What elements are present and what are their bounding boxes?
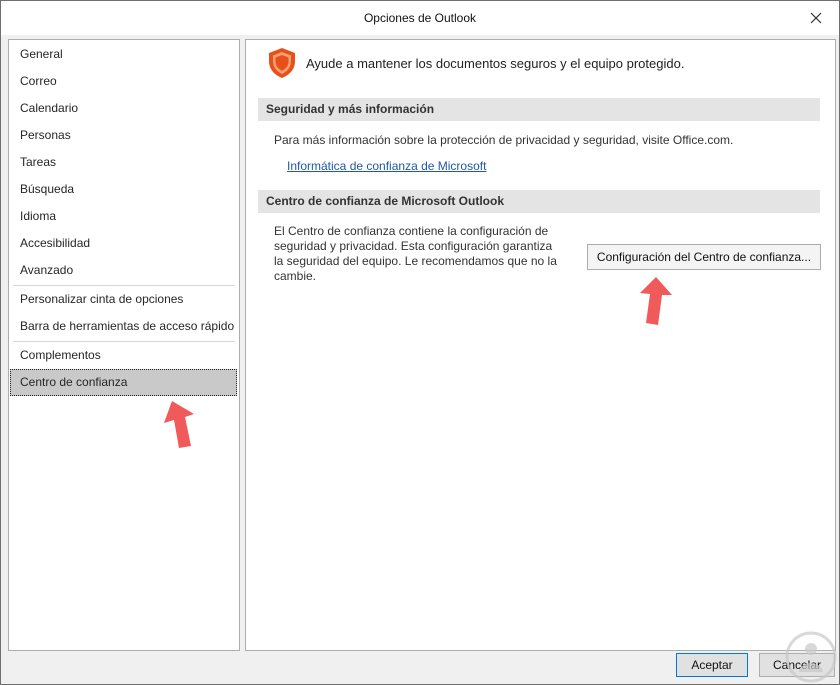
- content-panel: Ayude a mantener los documentos seguros …: [245, 39, 836, 651]
- close-icon: [810, 12, 822, 24]
- ok-button[interactable]: Aceptar: [676, 653, 748, 677]
- sidebar-item-correo[interactable]: Correo: [10, 68, 237, 95]
- sidebar-item-general[interactable]: General: [10, 41, 237, 68]
- trust-center-settings-button[interactable]: Configuración del Centro de confianza...: [587, 244, 821, 270]
- sidebar-item-idioma[interactable]: Idioma: [10, 203, 237, 230]
- window-title: Opciones de Outlook: [363, 11, 477, 25]
- outlook-options-dialog: Opciones de Outlook General Correo Calen…: [0, 0, 840, 685]
- sidebar-item-complementos[interactable]: Complementos: [10, 342, 237, 369]
- section-header-centro-confianza: Centro de confianza de Microsoft Outlook: [258, 190, 820, 213]
- privacy-info-text: Para más información sobre la protección…: [274, 133, 734, 147]
- trustworthy-computing-link[interactable]: Informática de confianza de Microsoft: [287, 159, 486, 173]
- section-header-seguridad: Seguridad y más información: [258, 98, 820, 121]
- sidebar-item-calendario[interactable]: Calendario: [10, 95, 237, 122]
- sidebar-item-barra-acceso-rapido[interactable]: Barra de herramientas de acceso rápido: [10, 313, 237, 340]
- sidebar-item-accesibilidad[interactable]: Accesibilidad: [10, 230, 237, 257]
- sidebar-item-avanzado[interactable]: Avanzado: [10, 257, 237, 284]
- title-bar: Opciones de Outlook: [1, 1, 839, 35]
- trust-center-description: El Centro de confianza contiene la confi…: [274, 224, 557, 283]
- panel-header: Ayude a mantener los documentos seguros …: [268, 47, 684, 79]
- sidebar-item-personalizar-cinta[interactable]: Personalizar cinta de opciones: [10, 286, 237, 313]
- logo-watermark-icon: [785, 631, 837, 683]
- annotation-arrow-icon: [164, 401, 194, 448]
- annotation-arrow-icon: [640, 277, 672, 325]
- sidebar-item-busqueda[interactable]: Búsqueda: [10, 176, 237, 203]
- categories-sidebar: General Correo Calendario Personas Tarea…: [8, 39, 240, 651]
- sidebar-item-tareas[interactable]: Tareas: [10, 149, 237, 176]
- sidebar-item-personas[interactable]: Personas: [10, 122, 237, 149]
- close-button[interactable]: [793, 1, 839, 35]
- panel-header-text: Ayude a mantener los documentos seguros …: [306, 55, 685, 71]
- sidebar-item-centro-de-confianza[interactable]: Centro de confianza: [10, 369, 237, 396]
- shield-icon: [269, 48, 295, 78]
